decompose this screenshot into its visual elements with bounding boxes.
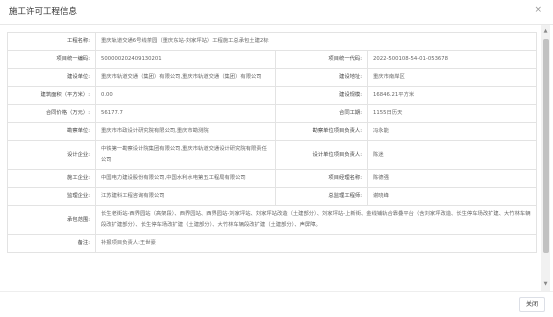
design-lead-value: 陈迷 xyxy=(366,140,538,170)
design-value: 中铁第一勘察设计院集团有限公司,重庆市轨道交通设计研究院有限责任公司 xyxy=(95,140,276,170)
close-icon[interactable]: × xyxy=(534,5,542,15)
project-info-table: 工程名称: 重庆轨道交通6号线茶园（重庆东站-刘家坪站）工程施工总承包土建2标 … xyxy=(7,32,538,253)
project-code-2-value: 2022-500108-54-01-053678 xyxy=(366,50,538,69)
price-label: 合同价格（万元）: xyxy=(7,104,96,123)
construction-label: 施工企业: xyxy=(7,169,96,188)
area-label: 建筑面积（平方米）: xyxy=(7,86,96,105)
scroll-up-icon[interactable]: ▲ xyxy=(541,27,550,36)
builder-value: 重庆市轨道交通（集团）有限公司,重庆市轨道交通（集团）有限公司 xyxy=(95,68,276,87)
project-name-value: 重庆轨道交通6号线茶园（重庆东站-刘家坪站）工程施工总承包土建2标 xyxy=(94,32,538,51)
remark-label: 备注: xyxy=(7,234,96,253)
project-code-1-value: 500000202409130201 xyxy=(95,50,276,69)
survey-lead-value: 冯永能 xyxy=(366,122,538,141)
scope-value: 长生老街站-西界园站（高架段）、西界园站、西界园站-刘家坪站、刘家坪站改造（土建… xyxy=(94,205,538,235)
construction-permit-dialog: 施工许可工程信息 × 工程名称: 重庆轨道交通6号线茶园（重庆东站-刘家坪站）工… xyxy=(0,0,553,316)
vertical-scrollbar[interactable]: ▲ ▼ xyxy=(541,25,550,291)
area-value: 0.00 xyxy=(95,86,276,105)
table-row: 承包范围: 长生老街站-西界园站（高架段）、西界园站、西界园站-刘家坪站、刘家坪… xyxy=(7,205,538,235)
scale-value: 16846.21平方米 xyxy=(366,86,538,105)
location-label: 建设地址: xyxy=(275,68,368,87)
dialog-body: 工程名称: 重庆轨道交通6号线茶园（重庆东站-刘家坪站）工程施工总承包土建2标 … xyxy=(0,25,553,291)
design-lead-label: 设计单位项目负责人: xyxy=(275,140,368,170)
survey-value: 重庆市市政设计研究院有限公司,重庆市勘测院 xyxy=(95,122,276,141)
table-row: 勘察单位: 重庆市市政设计研究院有限公司,重庆市勘测院 勘察单位项目负责人: 冯… xyxy=(7,122,538,141)
remark-value: 补报项目负责人:王世豪 xyxy=(94,234,538,253)
manager-label: 项目经理名称: xyxy=(275,169,368,188)
design-label: 设计企业: xyxy=(7,140,96,170)
project-code-2-label: 项目统一代码: xyxy=(275,50,368,69)
table-row: 设计企业: 中铁第一勘察设计院集团有限公司,重庆市轨道交通设计研究院有限责任公司… xyxy=(7,140,538,170)
dialog-title: 施工许可工程信息 xyxy=(9,7,78,17)
close-button[interactable]: 关闭 xyxy=(519,297,545,312)
table-row: 项目统一编码: 500000202409130201 项目统一代码: 2022-… xyxy=(7,50,538,69)
project-name-label: 工程名称: xyxy=(7,32,96,51)
scrollbar-thumb[interactable] xyxy=(542,39,549,253)
manager-value: 陈德强 xyxy=(366,169,538,188)
project-code-1-label: 项目统一编码: xyxy=(7,50,96,69)
table-row: 建筑面积（平方米）: 0.00 建设规模: 16846.21平方米 xyxy=(7,86,538,105)
duration-value: 1155日历天 xyxy=(366,104,538,123)
duration-label: 合同工期: xyxy=(275,104,368,123)
survey-lead-label: 勘察单位项目负责人: xyxy=(275,122,368,141)
supervisor-value: 江苏建科工程咨询有限公司 xyxy=(95,187,276,206)
chief-engineer-label: 总监理工程师: xyxy=(275,187,368,206)
table-row: 备注: 补报项目负责人:王世豪 xyxy=(7,234,538,253)
construction-value: 中国电力建设股份有限公司,中国水利水电第五工程局有限公司 xyxy=(95,169,276,188)
supervisor-label: 监理企业: xyxy=(7,187,96,206)
survey-label: 勘察单位: xyxy=(7,122,96,141)
table-row: 施工企业: 中国电力建设股份有限公司,中国水利水电第五工程局有限公司 项目经理名… xyxy=(7,169,538,188)
dialog-header: 施工许可工程信息 × xyxy=(0,0,553,25)
table-row: 工程名称: 重庆轨道交通6号线茶园（重庆东站-刘家坪站）工程施工总承包土建2标 xyxy=(7,32,538,51)
scroll-down-icon[interactable]: ▼ xyxy=(541,280,550,289)
table-row: 合同价格（万元）: 56177.7 合同工期: 1155日历天 xyxy=(7,104,538,123)
chief-engineer-value: 谢晓峰 xyxy=(366,187,538,206)
table-row: 监理企业: 江苏建科工程咨询有限公司 总监理工程师: 谢晓峰 xyxy=(7,187,538,206)
scale-label: 建设规模: xyxy=(275,86,368,105)
builder-label: 建设单位: xyxy=(7,68,96,87)
dialog-footer: 关闭 xyxy=(0,291,553,317)
table-row: 建设单位: 重庆市轨道交通（集团）有限公司,重庆市轨道交通（集团）有限公司 建设… xyxy=(7,68,538,87)
location-value: 重庆市南岸区 xyxy=(366,68,538,87)
price-value: 56177.7 xyxy=(95,104,276,123)
scope-label: 承包范围: xyxy=(7,205,96,235)
